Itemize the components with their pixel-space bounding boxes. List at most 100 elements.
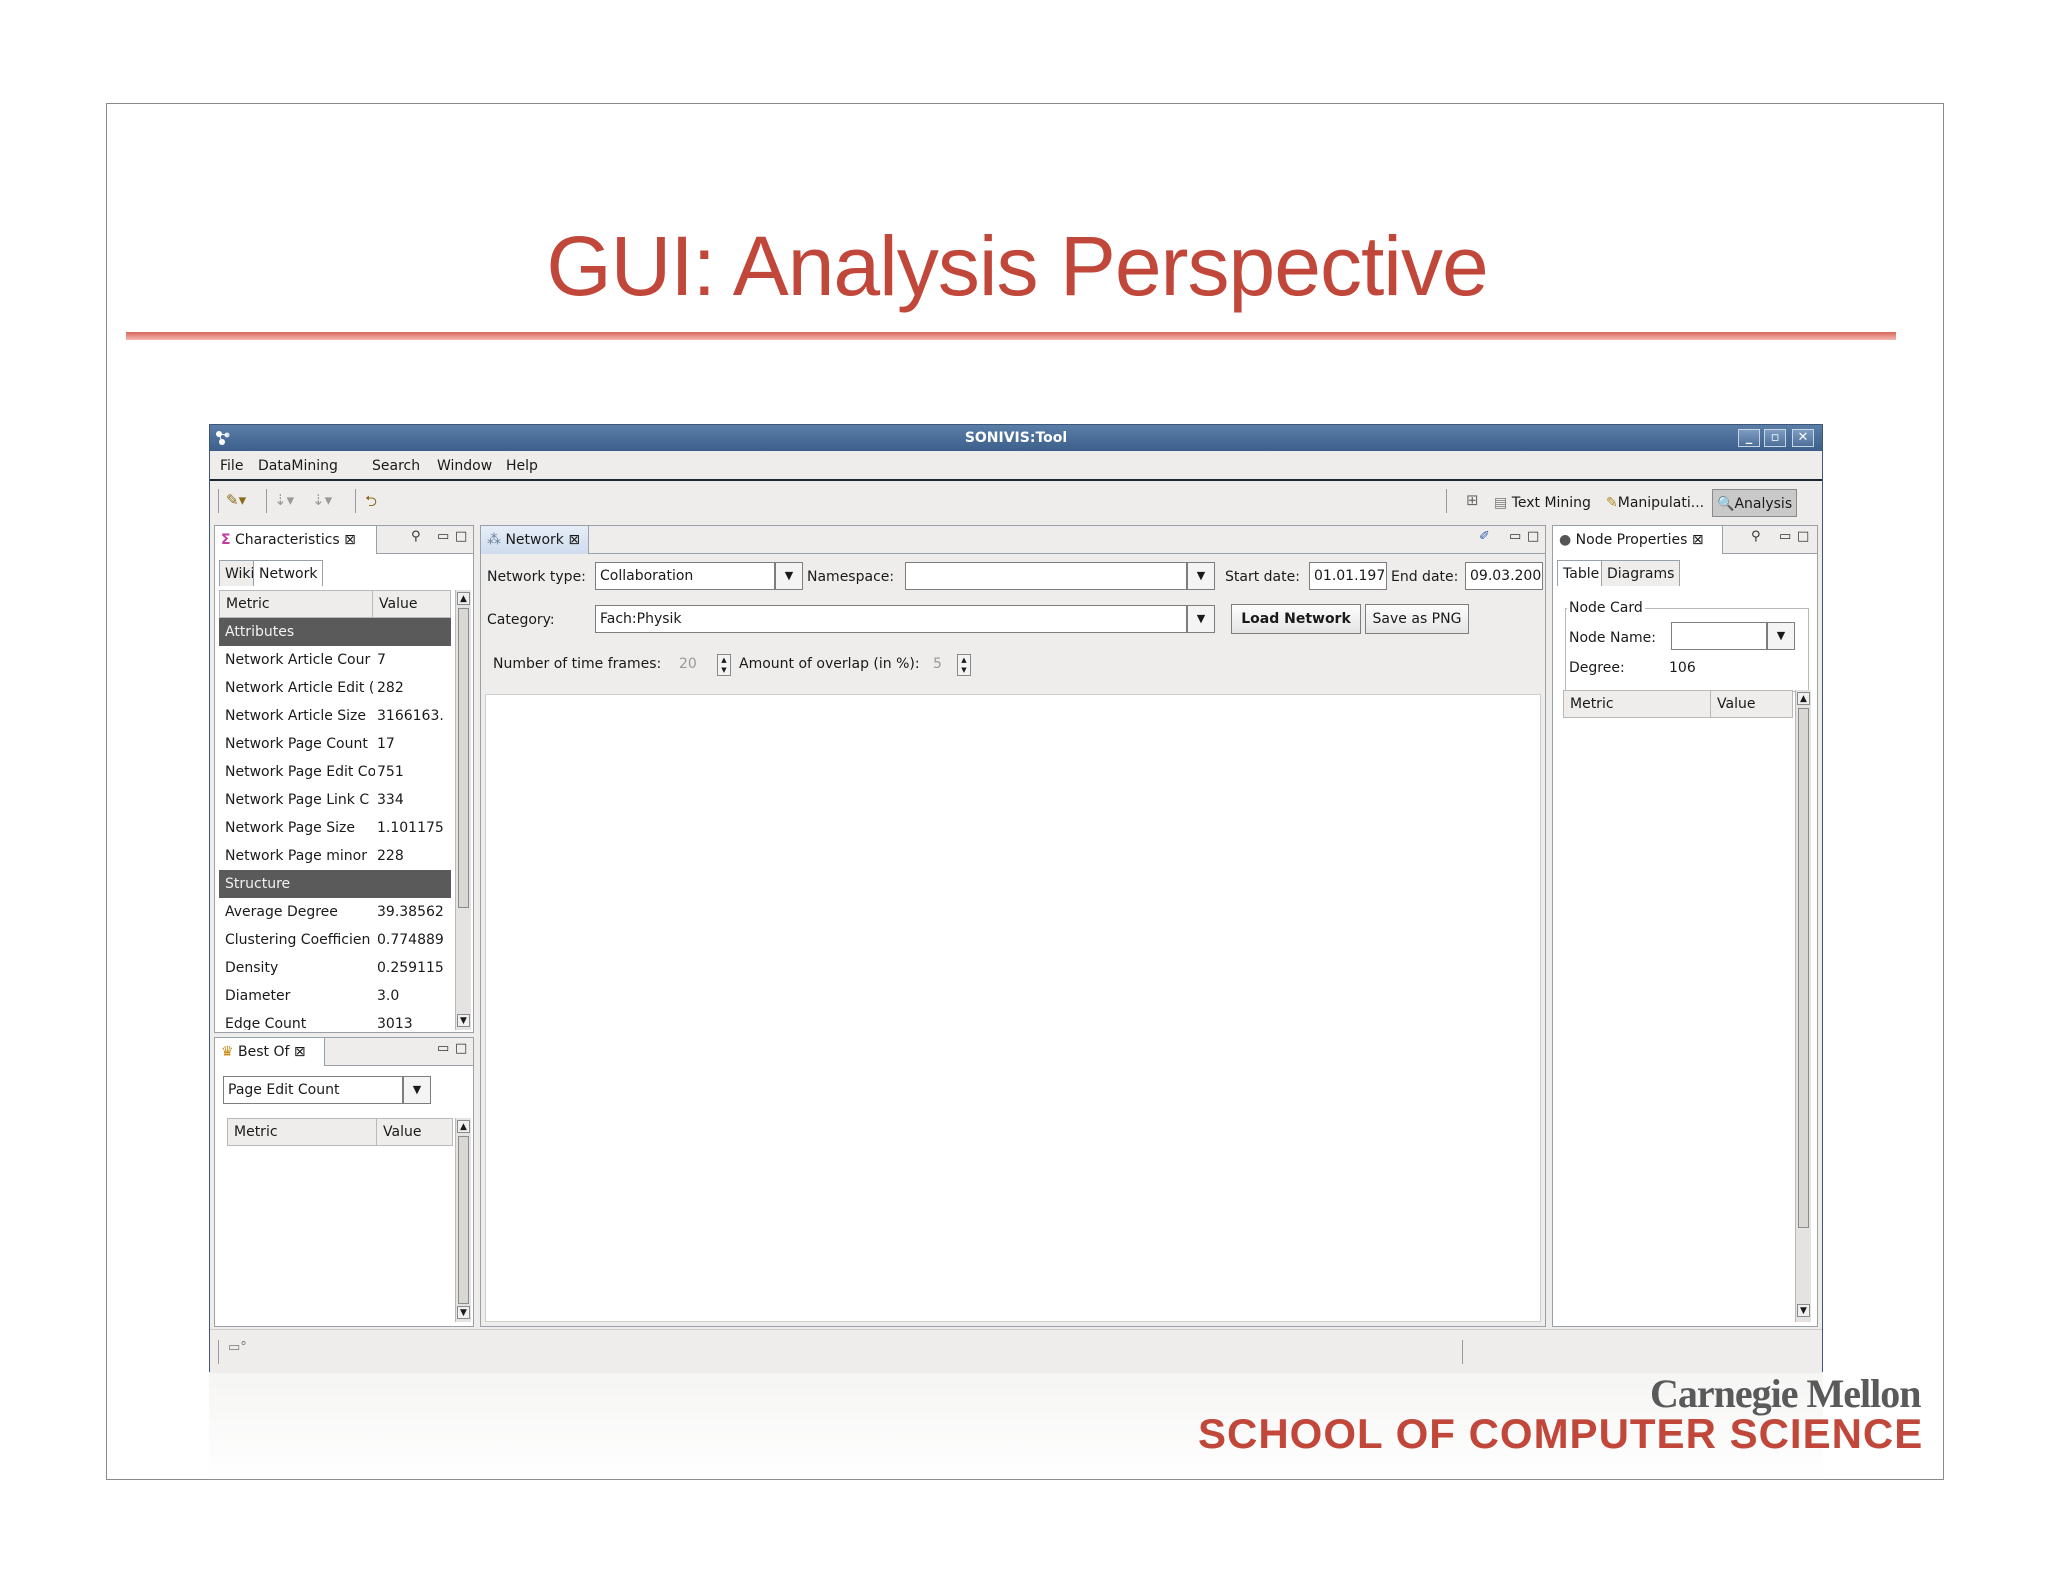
network-canvas[interactable] (485, 694, 1541, 1322)
table-row[interactable]: Average Degree 39.38562 (219, 898, 451, 926)
best-of-select[interactable]: Page Edit Count (223, 1076, 403, 1104)
view-maximize-icon[interactable]: □ (455, 529, 467, 544)
maximize-button[interactable]: ▫ (1764, 429, 1786, 447)
fast-view-icon[interactable]: ▭° (228, 1340, 247, 1355)
table-row[interactable]: Edge Count 3013 (219, 1010, 451, 1030)
table-row[interactable]: Network Page minor 228 (219, 842, 451, 870)
table-row[interactable]: Diameter 3.0 (219, 982, 451, 1010)
column-value[interactable]: Value (372, 591, 417, 617)
view-minimize-icon[interactable]: ▭ (437, 1041, 449, 1056)
metric-name: Network Page Size (225, 820, 355, 836)
perspective-manipulation[interactable]: ✎Manipulati... (1602, 489, 1708, 517)
tab-characteristics[interactable]: Σ Characteristics ⊠ (215, 526, 377, 554)
network-type-select[interactable]: Collaboration (595, 562, 775, 590)
table-row[interactable]: Network Article Size 3166163. (219, 702, 451, 730)
scroll-down-arrow[interactable]: ▼ (1797, 1304, 1810, 1317)
close-tab-icon[interactable]: ⊠ (568, 532, 580, 548)
best-of-view: ♛ Best Of ⊠ ▭ □ Page Edit Count ▼ Metric… (214, 1037, 474, 1327)
perspective-analysis[interactable]: 🔍Analysis (1712, 489, 1798, 517)
characteristics-subtabs: Wiki Network (219, 560, 469, 586)
menu-window[interactable]: Window (437, 458, 492, 474)
scroll-up-arrow[interactable]: ▲ (457, 1120, 470, 1133)
tab-node-properties[interactable]: ● Node Properties ⊠ (1553, 526, 1723, 554)
time-frames-spinner[interactable]: ▲ ▼ (717, 654, 731, 676)
view-maximize-icon[interactable]: □ (1797, 529, 1809, 544)
export-icon[interactable]: ⇣▾ (312, 491, 332, 509)
view-minimize-icon[interactable]: ▭ (437, 529, 449, 544)
node-properties-scrollbar[interactable]: ▲ ▼ (1795, 690, 1811, 1322)
namespace-dropdown-button[interactable]: ▼ (1187, 562, 1215, 590)
menu-datamining[interactable]: DataMining (258, 458, 338, 474)
view-minimize-icon[interactable]: ▭ (1509, 529, 1521, 544)
metric-name: Diameter (225, 988, 291, 1004)
column-value[interactable]: Value (1710, 691, 1755, 717)
scroll-thumb[interactable] (458, 608, 469, 908)
time-frames-input[interactable]: 20 (679, 656, 697, 672)
minimize-button[interactable]: _ (1738, 429, 1760, 447)
namespace-select[interactable] (905, 562, 1187, 590)
best-of-dropdown-button[interactable]: ▼ (403, 1076, 431, 1104)
tab-best-of[interactable]: ♛ Best Of ⊠ (215, 1038, 325, 1066)
category-dropdown-button[interactable]: ▼ (1187, 605, 1215, 633)
view-menu-icon[interactable]: ⚲ (1751, 529, 1761, 544)
scroll-up-arrow[interactable]: ▲ (457, 592, 470, 605)
toolbar-separator (1446, 489, 1447, 513)
subtab-diagrams[interactable]: Diagrams (1601, 560, 1681, 586)
node-name-select[interactable] (1671, 622, 1767, 650)
view-maximize-icon[interactable]: □ (455, 1041, 467, 1056)
network-type-dropdown-button[interactable]: ▼ (775, 562, 803, 590)
scroll-down-arrow[interactable]: ▼ (457, 1014, 470, 1027)
table-group-row[interactable]: Attributes (219, 618, 451, 646)
scroll-down-arrow[interactable]: ▼ (457, 1306, 470, 1319)
save-as-png-button[interactable]: Save as PNG (1365, 604, 1469, 634)
characteristics-scrollbar[interactable]: ▲ ▼ (455, 590, 471, 1030)
eraser-icon[interactable]: ✐ (1479, 529, 1490, 544)
scroll-thumb[interactable] (458, 1136, 469, 1304)
start-date-input[interactable]: 01.01.197 (1309, 562, 1387, 590)
table-row[interactable]: Density 0.259115 (219, 954, 451, 982)
table-row[interactable]: Network Page Count 17 (219, 730, 451, 758)
category-select[interactable]: Fach:Physik (595, 605, 1187, 633)
close-tab-icon[interactable]: ⊠ (344, 532, 356, 548)
open-perspective-icon[interactable]: ⊞ (1466, 491, 1479, 509)
subtab-network[interactable]: Network (253, 560, 324, 586)
load-network-button[interactable]: Load Network (1231, 604, 1361, 634)
view-maximize-icon[interactable]: □ (1527, 529, 1539, 544)
perspective-text-mining[interactable]: ▤ Text Mining (1490, 489, 1595, 517)
column-metric[interactable]: Metric (226, 591, 270, 617)
view-minimize-icon[interactable]: ▭ (1779, 529, 1791, 544)
scroll-up-arrow[interactable]: ▲ (1797, 692, 1810, 705)
close-button[interactable]: ✕ (1792, 429, 1814, 447)
best-of-scrollbar[interactable]: ▲ ▼ (455, 1118, 471, 1322)
table-row[interactable]: Network Page Edit Co 751 (219, 758, 451, 786)
column-metric[interactable]: Metric (234, 1119, 278, 1145)
column-metric[interactable]: Metric (1570, 691, 1614, 717)
table-row[interactable]: Network Article Cour 7 (219, 646, 451, 674)
group-label: Attributes (225, 624, 295, 640)
subtab-table[interactable]: Table (1557, 560, 1606, 586)
metric-name: Average Degree (225, 904, 338, 920)
undo-icon[interactable]: ⮌ (365, 491, 377, 516)
close-tab-icon[interactable]: ⊠ (1692, 532, 1704, 548)
end-date-input[interactable]: 09.03.200 (1465, 562, 1543, 590)
characteristics-tab-strip: Σ Characteristics ⊠ ⚲ ▭ □ (215, 526, 473, 554)
overlap-spinner[interactable]: ▲ ▼ (957, 654, 971, 676)
table-row[interactable]: Clustering Coefficien 0.774889 (219, 926, 451, 954)
menu-help[interactable]: Help (506, 458, 538, 474)
menu-file[interactable]: File (220, 458, 243, 474)
node-name-dropdown-button[interactable]: ▼ (1767, 622, 1795, 650)
table-row[interactable]: Network Page Link C 334 (219, 786, 451, 814)
degree-label: Degree: (1569, 660, 1625, 676)
table-row[interactable]: Network Page Size 1.101175 (219, 814, 451, 842)
table-row[interactable]: Network Article Edit (282 (219, 674, 451, 702)
tab-network[interactable]: ⁂ Network ⊠ (481, 526, 589, 554)
column-value[interactable]: Value (376, 1119, 421, 1145)
table-group-row[interactable]: Structure (219, 870, 451, 898)
import-icon[interactable]: ⇣▾ (274, 491, 294, 509)
overlap-input[interactable]: 5 (933, 656, 942, 672)
menu-search[interactable]: Search (372, 458, 420, 474)
view-menu-icon[interactable]: ⚲ (411, 529, 421, 544)
scroll-thumb[interactable] (1798, 708, 1809, 1228)
close-tab-icon[interactable]: ⊠ (294, 1044, 306, 1060)
wand-icon[interactable]: ✎▾ (226, 491, 246, 509)
